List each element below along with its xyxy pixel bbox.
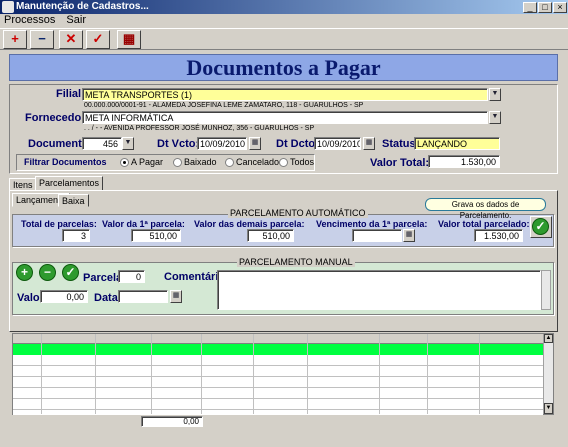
calculator-icon[interactable]: ▦	[117, 30, 141, 49]
grid-footer-total: 0,00	[141, 416, 203, 427]
primeira-parcela-input[interactable]: 510,00	[131, 229, 181, 242]
scroll-up-icon[interactable]: ▲	[544, 334, 553, 343]
chevron-down-icon[interactable]: ▼	[122, 137, 134, 150]
radio-icon[interactable]	[225, 158, 234, 168]
radio-icon[interactable]	[173, 158, 182, 168]
valor-total-parcelado-field: 1.530,00	[474, 229, 523, 242]
fornecedor-address: . . / - - AVENIDA PROFESSOR JOSÉ MUNHOZ,…	[84, 125, 315, 132]
filter-cancelados[interactable]: Cancelados	[225, 157, 284, 168]
calendar-icon[interactable]: ▦	[363, 137, 375, 150]
radio-icon[interactable]	[279, 158, 288, 168]
tooltip: Grava os dados de Parcelamento.	[425, 198, 546, 220]
filial-label: Filial	[56, 88, 82, 100]
comentarios-textarea[interactable]	[217, 270, 541, 310]
primeira-parcela-label: Valor da 1ª parcela:	[102, 219, 185, 229]
dtvcto-label: Dt Vcto:	[157, 138, 200, 150]
vencimento-input[interactable]	[352, 229, 402, 242]
total-parcelas-input[interactable]: 3	[62, 229, 90, 242]
table-rows[interactable]	[13, 355, 543, 415]
documento-input[interactable]: 456	[82, 137, 122, 150]
documento-label: Documento	[28, 138, 89, 150]
maximize-button[interactable]: □	[538, 2, 552, 13]
confirm-icon[interactable]: ✓	[86, 30, 110, 49]
demais-parcelas-label: Valor das demais parcela:	[194, 219, 305, 229]
grid-header	[13, 334, 543, 344]
gravar-parcelamento-button[interactable]: ✓	[530, 216, 552, 238]
dtdcto-label: Dt Dcto:	[276, 138, 319, 150]
menu-sair[interactable]: Sair	[66, 14, 86, 26]
calendar-icon[interactable]: ▦	[403, 229, 415, 242]
tab-baixa[interactable]: Baixa	[58, 194, 89, 207]
dtvcto-input[interactable]: 10/09/2010	[197, 137, 247, 150]
close-button[interactable]: ×	[553, 2, 567, 13]
fornecedor-label: Fornecedor	[25, 112, 86, 124]
comentarios-scrollbar[interactable]	[541, 270, 551, 310]
confirm-parcela-button[interactable]: ✓	[62, 264, 79, 281]
parcela-input[interactable]: 0	[118, 270, 145, 283]
data-input[interactable]	[118, 290, 168, 303]
total-parcelas-label: Total de parcelas:	[21, 219, 97, 229]
vencimento-label: Vencimento da 1ª parcela:	[316, 219, 428, 229]
page-title: Documentos a Pagar	[9, 54, 558, 81]
calendar-icon[interactable]: ▦	[249, 137, 261, 150]
filial-select[interactable]: META TRANSPORTES (1)	[82, 88, 488, 101]
filter-todos[interactable]: Todos	[279, 157, 314, 168]
menu-processos[interactable]: Processos	[4, 14, 55, 26]
chevron-down-icon[interactable]: ▼	[489, 111, 501, 124]
status-field: LANÇANDO	[414, 137, 500, 150]
add-parcela-button[interactable]: +	[16, 264, 33, 281]
auto-group-title: PARCELAMENTO AUTOMÁTICO	[228, 208, 368, 218]
table-row-selected[interactable]	[13, 344, 543, 355]
confirm-icon: ✓	[532, 218, 549, 235]
valor-total-field: 1.530,00	[428, 155, 500, 168]
window-title: Manutenção de Cadastros...	[0, 0, 568, 14]
add-icon[interactable]: +	[3, 30, 27, 49]
manual-group-title: PARCELAMENTO MANUAL	[237, 257, 355, 267]
filter-baixado[interactable]: Baixado	[173, 157, 217, 168]
filial-address: 00.000.000/0001-91 - ALAMEDA JOSEFINA LE…	[84, 102, 364, 109]
fornecedor-select[interactable]: META INFORMÁTICA	[82, 111, 488, 124]
filtrar-label: Filtrar Documentos	[24, 157, 107, 167]
remove-parcela-button[interactable]: −	[39, 264, 56, 281]
dtdcto-input[interactable]: 10/09/2010	[314, 137, 361, 150]
minimize-button[interactable]: _	[523, 2, 537, 13]
radio-selected-icon[interactable]	[120, 158, 129, 168]
chevron-down-icon[interactable]: ▼	[489, 88, 501, 101]
valor-total-label: Valor Total:	[370, 157, 430, 169]
scroll-down-icon[interactable]: ▼	[544, 403, 553, 414]
valor-input[interactable]: 0,00	[40, 290, 88, 303]
app-icon	[2, 1, 14, 13]
cancel-icon[interactable]: ✕	[59, 30, 83, 49]
parcelas-grid[interactable]: ▲ ▼	[12, 333, 554, 415]
grid-scrollbar[interactable]: ▲ ▼	[543, 334, 553, 414]
menu-bar: Processos Sair	[0, 14, 568, 28]
tab-parcelamentos[interactable]: Parcelamentos	[35, 176, 104, 191]
filter-a-pagar[interactable]: A Pagar	[120, 157, 163, 168]
demais-parcelas-input[interactable]: 510,00	[247, 229, 294, 242]
calendar-icon[interactable]: ▦	[170, 290, 182, 303]
remove-icon[interactable]: −	[30, 30, 54, 49]
